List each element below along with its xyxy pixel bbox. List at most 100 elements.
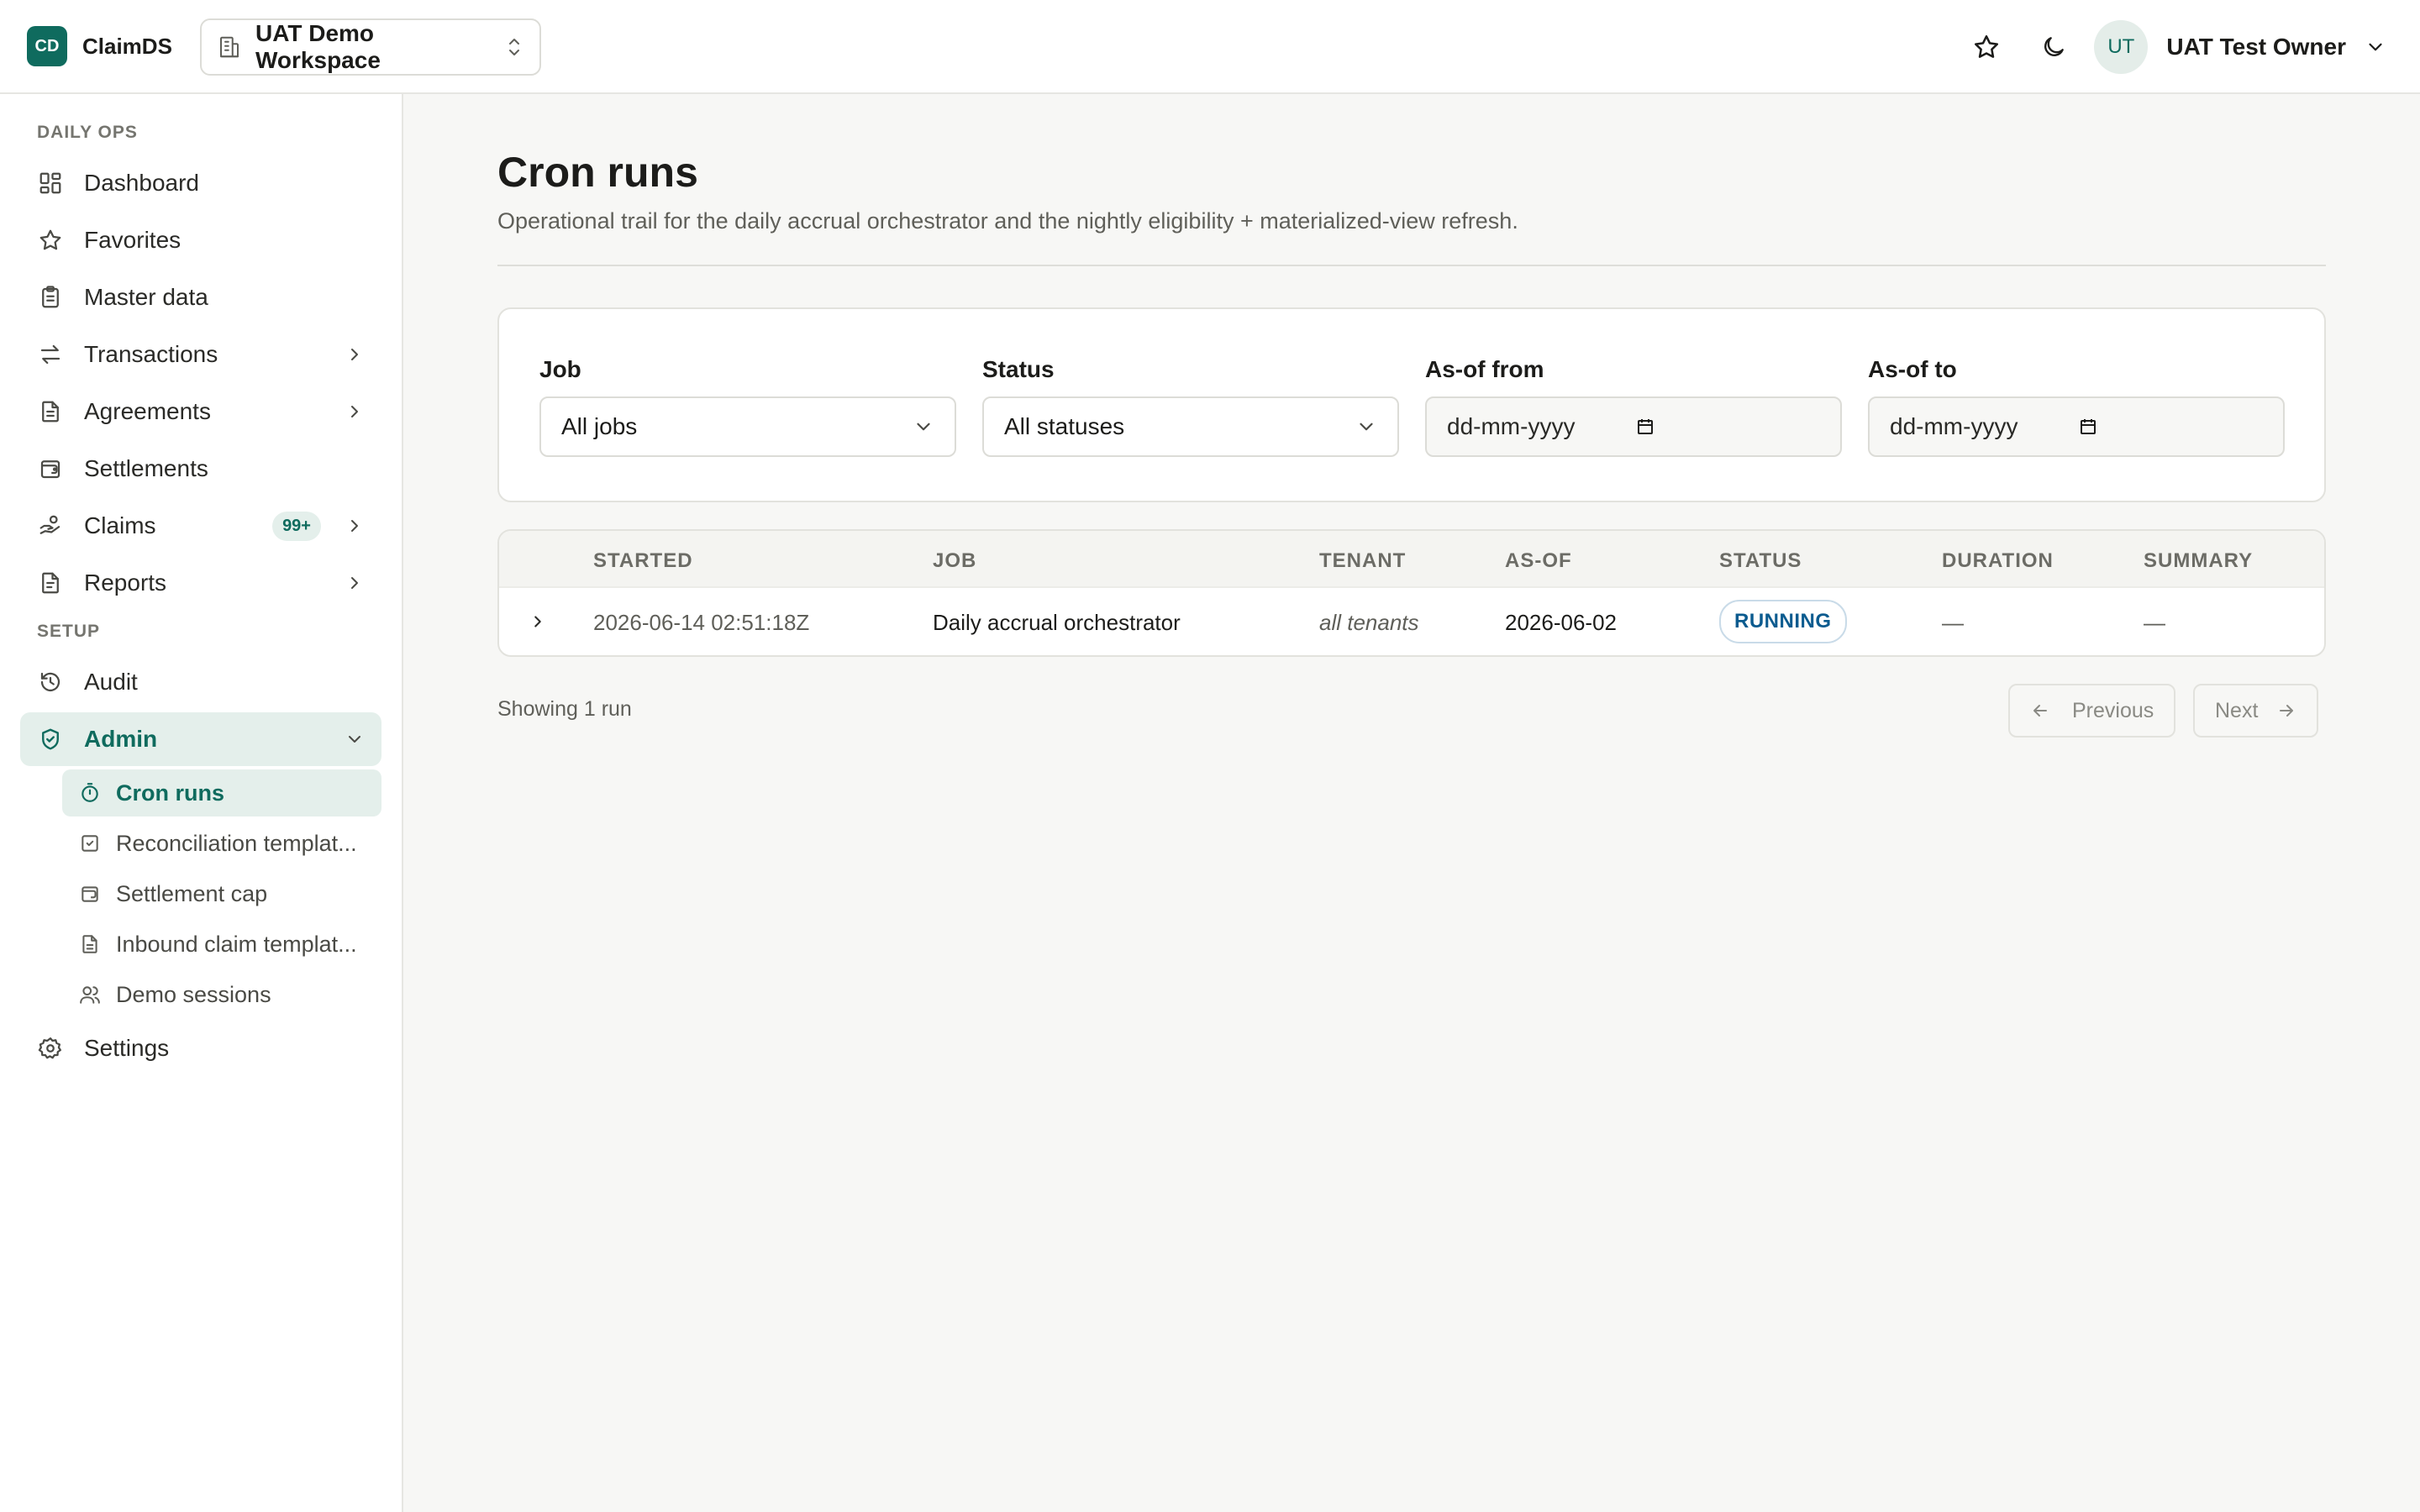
check-square-icon <box>79 832 101 854</box>
sidebar-item-label: Settlements <box>84 455 208 481</box>
sidebar-item-label: Dashboard <box>84 170 199 196</box>
chevron-down-icon <box>2365 36 2386 58</box>
as-of-to-input[interactable]: dd-mm-yyyy <box>1868 396 2285 457</box>
sidebar-subitem-demo-sessions[interactable]: Demo sessions <box>62 971 381 1018</box>
next-page-button[interactable]: Next <box>2193 684 2319 738</box>
star-icon <box>37 227 64 254</box>
job-select-value: All jobs <box>561 413 638 439</box>
sidebar-item-transactions[interactable]: Transactions <box>20 328 381 381</box>
page-title: Cron runs <box>497 149 698 196</box>
avatar: UT <box>2094 20 2149 74</box>
building-icon <box>217 34 242 60</box>
column-header-duration[interactable]: DURATION <box>1942 549 2054 573</box>
workspace-switcher[interactable]: UAT Demo Workspace <box>200 18 541 76</box>
as-of-to-label: As-of to <box>1868 356 1957 382</box>
column-header-started[interactable]: STARTED <box>593 549 693 573</box>
sidebar-item-dashboard[interactable]: Dashboard <box>20 156 381 210</box>
page-subtitle: Operational trail for the daily accrual … <box>497 208 1518 234</box>
job-select[interactable]: All jobs <box>539 396 956 457</box>
brand-logo: CD <box>27 26 67 66</box>
column-header-tenant[interactable]: TENANT <box>1319 549 1406 573</box>
sidebar-item-audit[interactable]: Audit <box>20 655 381 709</box>
previous-label: Previous <box>2072 698 2154 722</box>
sidebar-item-label: Claims <box>84 512 156 538</box>
sidebar-item-label: Favorites <box>84 227 182 253</box>
as-of-from-label: As-of from <box>1425 356 1544 382</box>
sidebar-item-agreements[interactable]: Agreements <box>20 385 381 438</box>
clipboard-icon <box>37 284 64 311</box>
sidebar-subitem-label: Inbound claim templat... <box>116 931 357 957</box>
column-header-as-of[interactable]: AS-OF <box>1505 549 1572 573</box>
sidebar-item-settings[interactable]: Settings <box>20 1021 381 1075</box>
sidebar-item-settlements[interactable]: Settlements <box>20 442 381 496</box>
sidebar-subitem-cron-runs[interactable]: Cron runs <box>62 769 381 816</box>
sidebar: DAILY OPS Dashboard Favorites Master dat… <box>0 94 403 1512</box>
calendar-icon[interactable] <box>2078 417 2098 437</box>
moon-icon <box>2040 34 2067 60</box>
sidebar-item-reports[interactable]: Reports <box>20 556 381 610</box>
section-label-daily-ops: DAILY OPS <box>37 123 138 142</box>
sidebar-subitem-inbound-claim-templates[interactable]: Inbound claim templat... <box>62 921 381 968</box>
dashboard-icon <box>37 170 64 197</box>
file-icon <box>79 933 101 955</box>
as-of-to-filter: As-of to dd-mm-yyyy <box>1868 356 2285 457</box>
star-icon <box>1972 33 2001 61</box>
column-header-job[interactable]: JOB <box>933 549 976 573</box>
table-row[interactable]: 2026-06-14 02:51:18Z Daily accrual orche… <box>499 588 2324 655</box>
top-bar: CD ClaimDS UAT Demo Workspace UT UAT Tes… <box>0 0 2420 94</box>
user-name: UAT Test Owner <box>2166 34 2346 60</box>
chevron-down-icon <box>345 729 365 749</box>
arrow-right-icon <box>2276 701 2296 721</box>
calendar-icon[interactable] <box>1635 417 1655 437</box>
history-icon <box>37 669 64 696</box>
job-filter: Job All jobs <box>539 356 956 457</box>
column-header-summary[interactable]: SUMMARY <box>2144 549 2253 573</box>
as-of-from-input[interactable]: dd-mm-yyyy <box>1425 396 1842 457</box>
sidebar-item-label: Master data <box>84 284 208 310</box>
hand-coins-icon <box>37 512 64 539</box>
gear-icon <box>37 1035 64 1062</box>
document-icon <box>37 398 64 425</box>
arrows-icon <box>37 341 64 368</box>
chevron-right-icon <box>345 402 365 422</box>
brand[interactable]: CD ClaimDS <box>27 26 172 66</box>
expand-row-button[interactable] <box>523 606 553 637</box>
sidebar-item-master-data[interactable]: Master data <box>20 270 381 324</box>
sidebar-item-admin[interactable]: Admin <box>20 712 381 766</box>
sidebar-item-label: Settings <box>84 1035 170 1061</box>
user-menu[interactable]: UT UAT Test Owner <box>2094 20 2386 74</box>
sidebar-item-claims[interactable]: Claims 99+ <box>20 499 381 553</box>
filters-panel: Job All jobs Status All statuses As-of f… <box>497 307 2326 502</box>
chevron-right-icon <box>345 344 365 365</box>
sidebar-item-label: Transactions <box>84 341 218 367</box>
sidebar-subitem-label: Reconciliation templat... <box>116 830 357 856</box>
status-filter-label: Status <box>982 356 1055 382</box>
sidebar-subitem-reconciliation-templates[interactable]: Reconciliation templat... <box>62 820 381 867</box>
divider <box>497 265 2326 266</box>
sidebar-subitem-settlement-cap[interactable]: Settlement cap <box>62 870 381 917</box>
cell-as-of: 2026-06-02 <box>1505 610 1617 635</box>
cell-tenant: all tenants <box>1319 610 1419 635</box>
status-select[interactable]: All statuses <box>982 396 1399 457</box>
chevron-right-icon <box>345 573 365 593</box>
sidebar-subitem-label: Cron runs <box>116 780 225 806</box>
cron-runs-table: STARTED JOB TENANT AS-OF STATUS DURATION… <box>497 529 2326 657</box>
theme-toggle-button[interactable] <box>2030 24 2077 71</box>
status-select-value: All statuses <box>1004 413 1125 439</box>
job-filter-label: Job <box>539 356 581 382</box>
column-header-status[interactable]: STATUS <box>1719 549 1802 573</box>
chevrons-up-down-icon <box>504 35 524 59</box>
cell-job: Daily accrual orchestrator <box>933 610 1181 635</box>
workspace-name: UAT Demo Workspace <box>255 20 381 73</box>
as-of-from-placeholder: dd-mm-yyyy <box>1447 413 1576 439</box>
as-of-from-filter: As-of from dd-mm-yyyy <box>1425 356 1842 457</box>
section-label-setup: SETUP <box>37 622 101 641</box>
favorites-button[interactable] <box>1963 24 2010 71</box>
previous-page-button[interactable]: Previous <box>2008 684 2176 738</box>
sidebar-item-label: Admin <box>84 726 158 752</box>
sidebar-item-favorites[interactable]: Favorites <box>20 213 381 267</box>
users-icon <box>79 984 101 1005</box>
sidebar-item-label: Reports <box>84 570 167 596</box>
report-icon <box>37 570 64 596</box>
sidebar-subitem-label: Settlement cap <box>116 880 268 906</box>
